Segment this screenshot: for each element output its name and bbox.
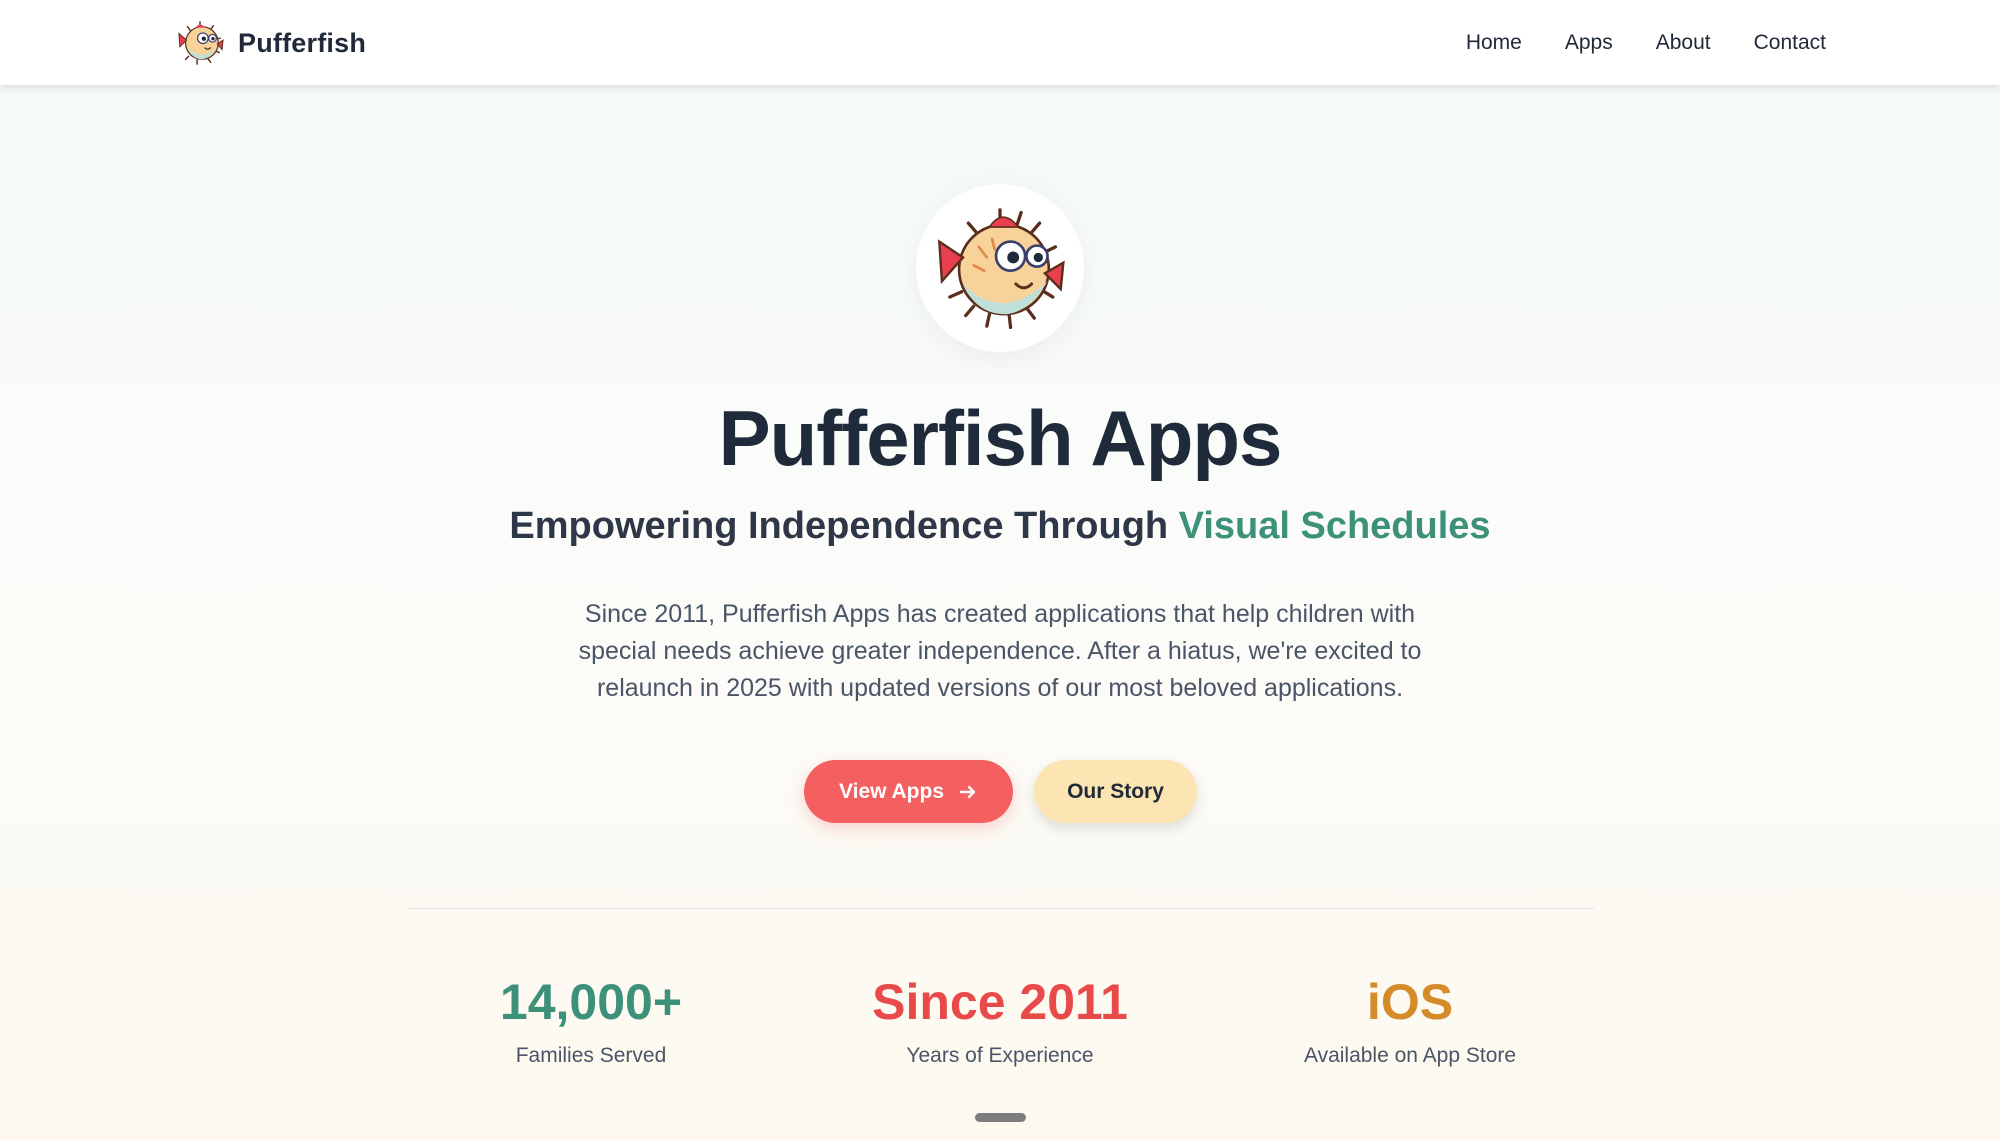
our-story-button-label: Our Story — [1067, 779, 1164, 803]
stat-families: 14,000+ Families Served — [391, 972, 791, 1068]
stat-value: Since 2011 — [872, 974, 1128, 1030]
our-story-button[interactable]: Our Story — [1034, 760, 1197, 823]
hero-subtitle-main: Empowering Independence Through — [509, 505, 1179, 547]
hero-logo-badge — [916, 184, 1084, 352]
pufferfish-logo-icon — [937, 208, 1065, 330]
stat-label: Available on App Store — [1303, 1044, 1517, 1067]
stat-label: Families Served — [515, 1044, 667, 1067]
section-divider — [408, 908, 1594, 909]
view-apps-button[interactable]: View Apps — [804, 760, 1013, 823]
brand-name: Pufferfish — [238, 27, 367, 58]
stat-value: iOS — [1366, 974, 1454, 1030]
home-indicator-handle[interactable] — [975, 1113, 1026, 1122]
stat-platform: iOS Available on App Store — [1210, 972, 1610, 1068]
hero-subtitle-accent: Visual Schedules — [1178, 505, 1491, 547]
main-nav: Home Apps About Contact — [1466, 0, 1826, 85]
nav-link-contact[interactable]: Contact — [1754, 31, 1826, 55]
hero-subtitle: Empowering Independence Through Visual S… — [0, 505, 2000, 548]
nav-link-apps[interactable]: Apps — [1565, 31, 1613, 55]
stat-label: Years of Experience — [906, 1044, 1094, 1067]
pufferfish-logo-icon — [178, 21, 224, 65]
hero-description: Since 2011, Pufferfish Apps has created … — [578, 600, 1422, 702]
stat-value: 14,000+ — [499, 974, 683, 1030]
arrow-right-icon — [959, 785, 976, 798]
view-apps-button-label: View Apps — [838, 779, 945, 803]
nav-link-about[interactable]: About — [1656, 31, 1711, 55]
stat-experience: Since 2011 Years of Experience — [800, 972, 1200, 1068]
nav-link-home[interactable]: Home — [1466, 31, 1522, 55]
top-navbar: Pufferfish Home Apps About Contact — [0, 0, 2000, 85]
page-title: Pufferfish Apps — [718, 394, 1283, 482]
brand-home-link[interactable]: Pufferfish — [176, 18, 366, 68]
